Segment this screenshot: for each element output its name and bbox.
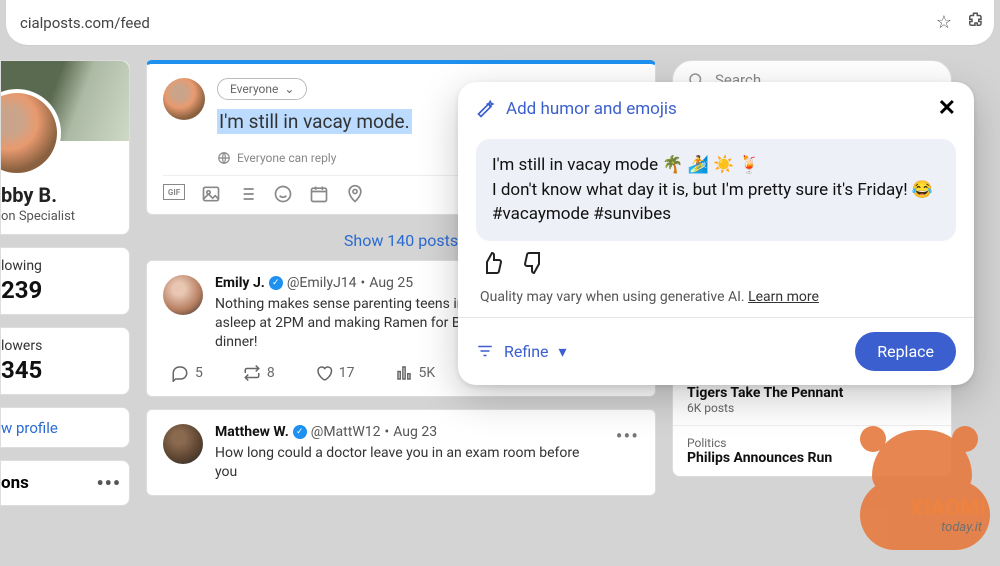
ons-card[interactable]: ons ••• [0, 460, 130, 506]
profile-avatar[interactable] [0, 89, 61, 177]
trend-title: Philips Announces Run [687, 450, 937, 466]
like-button[interactable]: 17 [315, 364, 355, 382]
profile-subtitle: on Specialist [1, 209, 121, 224]
learn-more-link[interactable]: Learn more [748, 289, 819, 305]
location-icon[interactable] [345, 184, 365, 204]
calendar-icon[interactable] [309, 184, 329, 204]
chevron-down-icon: ⌄ [284, 82, 294, 96]
list-icon[interactable] [237, 184, 257, 204]
profile-cover [1, 61, 129, 141]
profile-name: bby B. [1, 183, 121, 207]
trend-title: Tigers Take The Pennant [687, 385, 937, 401]
url-text: cialposts.com/feed [16, 14, 922, 32]
verified-icon: ✓ [293, 425, 307, 439]
post-handle[interactable]: @EmilyJ14 [287, 275, 357, 291]
feed-post: Matthew W. ✓ @MattW12 • Aug 23 How long … [146, 409, 656, 497]
profile-card: bby B. on Specialist [0, 60, 130, 235]
ai-popup-title: Add humor and emojis [476, 99, 677, 119]
stat-label: lowers [1, 338, 121, 354]
gif-icon[interactable]: GIF [163, 184, 185, 200]
post-date: Aug 23 [393, 424, 437, 440]
stat-following[interactable]: lowing 239 [0, 247, 130, 315]
post-avatar[interactable] [163, 275, 203, 315]
verified-icon: ✓ [269, 276, 283, 290]
repost-button[interactable]: 8 [243, 364, 275, 382]
close-button[interactable]: ✕ [938, 96, 956, 121]
thumbs-up-button[interactable] [480, 251, 504, 279]
trend-category: Politics [687, 436, 937, 450]
globe-icon [217, 151, 231, 165]
stat-value: 239 [1, 276, 121, 304]
ai-suggestion-popup: Add humor and emojis ✕ I'm still in vaca… [458, 82, 974, 385]
stat-followers[interactable]: lowers 345 [0, 327, 130, 395]
image-icon[interactable] [201, 184, 221, 204]
comment-button[interactable]: 5 [171, 364, 203, 382]
replace-button[interactable]: Replace [855, 332, 956, 371]
refine-button[interactable]: Refine ▾ [476, 342, 567, 361]
thumbs-down-button[interactable] [522, 251, 546, 279]
post-avatar[interactable] [163, 424, 203, 464]
compose-avatar[interactable] [163, 78, 205, 120]
trend-item[interactable]: Politics Philips Announces Run [673, 425, 951, 476]
ai-disclaimer: Quality may vary when using generative A… [458, 285, 974, 317]
extension-icon[interactable] [966, 11, 984, 34]
post-more-icon[interactable]: ••• [616, 424, 639, 448]
more-icon[interactable]: ••• [96, 471, 121, 495]
chevron-down-icon: ▾ [559, 342, 567, 361]
ons-label: ons [1, 473, 29, 493]
post-author[interactable]: Matthew W. [215, 424, 289, 440]
post-handle[interactable]: @MattW12 [311, 424, 381, 440]
stat-label: lowing [1, 258, 121, 274]
trend-sub: 6K posts [687, 401, 937, 415]
post-body: How long could a doctor leave you in an … [215, 444, 604, 482]
ai-suggestion-text: I'm still in vacay mode 🌴 🏄 ☀️ 🍹 I don't… [476, 139, 956, 241]
browser-address-bar[interactable]: cialposts.com/feed ☆ [6, 0, 994, 46]
emoji-icon[interactable] [273, 184, 293, 204]
stat-value: 345 [1, 356, 121, 384]
post-author[interactable]: Emily J. [215, 275, 265, 291]
view-profile-link[interactable]: w profile [0, 407, 130, 448]
views-button[interactable]: 5K [395, 364, 436, 382]
magic-wand-icon [476, 99, 496, 119]
filter-icon [476, 342, 494, 360]
post-date: Aug 25 [369, 275, 413, 291]
star-icon[interactable]: ☆ [936, 12, 952, 33]
audience-button[interactable]: Everyone ⌄ [217, 78, 307, 100]
